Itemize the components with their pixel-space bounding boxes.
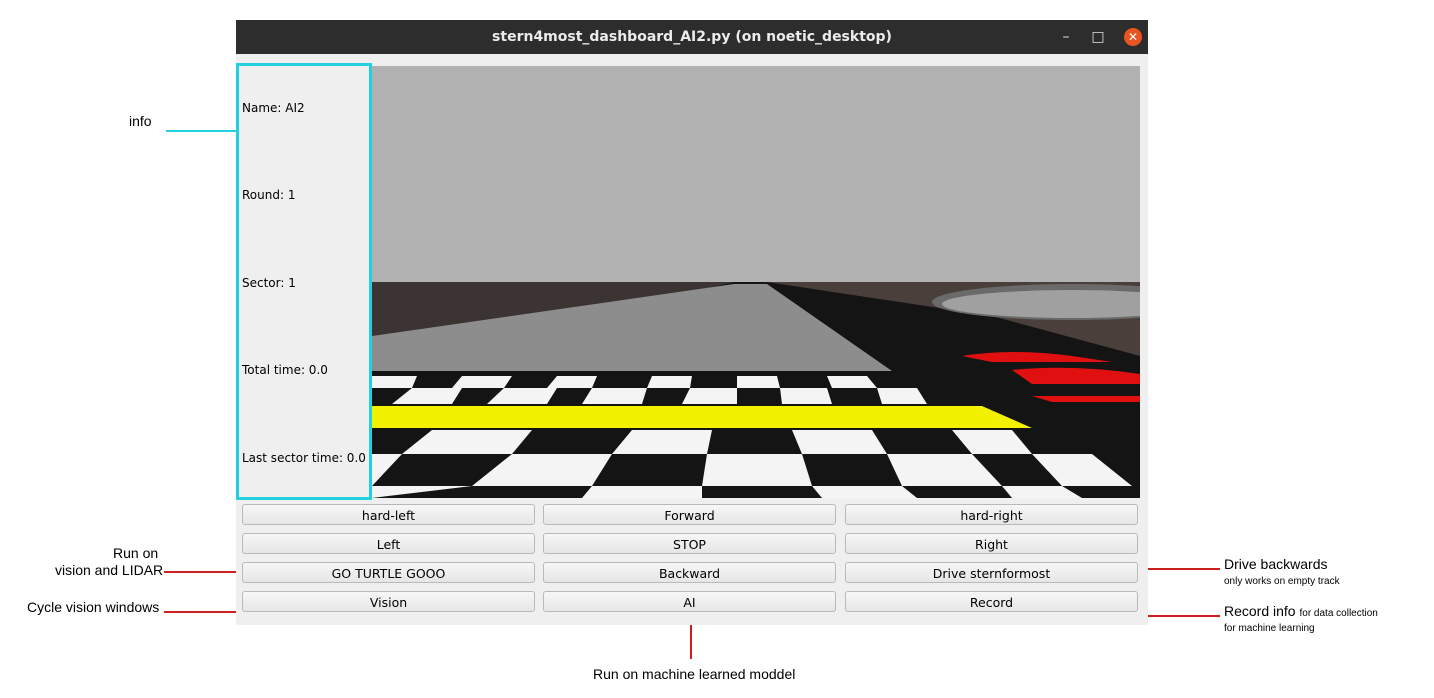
annotation-info-line xyxy=(166,130,238,132)
forward-button[interactable]: Forward xyxy=(543,504,836,525)
annotation-record-info-line xyxy=(1148,615,1220,617)
annotation-drive-backwards-note: only works on empty track xyxy=(1224,576,1340,587)
app-window: stern4most_dashboard_AI2.py (on noetic_d… xyxy=(236,20,1148,625)
stop-button[interactable]: STOP xyxy=(543,533,836,554)
info-panel: Name: AI2 Round: 1 Sector: 1 Total time:… xyxy=(236,63,372,500)
title-bar: stern4most_dashboard_AI2.py (on noetic_d… xyxy=(236,20,1148,54)
ai-button[interactable]: AI xyxy=(543,591,836,612)
annotation-cycle-vision: Cycle vision windows xyxy=(27,599,160,615)
annotation-run-on-line2: vision and LIDAR xyxy=(55,562,164,578)
annotation-record-info: Record info for data collection xyxy=(1224,603,1378,619)
close-icon[interactable]: ✕ xyxy=(1124,28,1142,46)
backward-button[interactable]: Backward xyxy=(543,562,836,583)
info-sector: Sector: 1 xyxy=(242,276,296,290)
annotation-drive-backwards-line xyxy=(1148,568,1220,570)
hard-left-button[interactable]: hard-left xyxy=(242,504,535,525)
record-button[interactable]: Record xyxy=(845,591,1138,612)
annotation-record-info-note2: for machine learning xyxy=(1224,623,1315,634)
window-title: stern4most_dashboard_AI2.py (on noetic_d… xyxy=(492,29,892,45)
go-turtle-button[interactable]: GO TURTLE GOOO xyxy=(242,562,535,583)
minimize-icon[interactable]: – xyxy=(1054,20,1078,54)
info-total-time: Total time: 0.0 xyxy=(242,363,328,377)
annotation-record-info-title: Record info xyxy=(1224,603,1296,619)
vision-button[interactable]: Vision xyxy=(242,591,535,612)
annotation-run-on-line1: Run on xyxy=(113,545,159,561)
annotation-run-ml: Run on machine learned moddel xyxy=(593,666,796,682)
hard-right-button[interactable]: hard-right xyxy=(845,504,1138,525)
camera-view xyxy=(372,66,1140,498)
maximize-icon[interactable]: □ xyxy=(1086,20,1110,54)
camera-image xyxy=(372,66,1140,498)
info-round: Round: 1 xyxy=(242,188,296,202)
info-last-sector-time: Last sector time: 0.0 xyxy=(242,451,366,465)
info-name: Name: AI2 xyxy=(242,101,305,115)
annotation-info: info xyxy=(129,113,152,129)
right-button[interactable]: Right xyxy=(845,533,1138,554)
annotation-drive-backwards: Drive backwards xyxy=(1224,556,1328,572)
left-button[interactable]: Left xyxy=(242,533,535,554)
annotation-cycle-vision-line xyxy=(164,611,238,613)
annotation-run-on-line xyxy=(164,571,238,573)
drive-sternformost-button[interactable]: Drive sternformost xyxy=(845,562,1138,583)
